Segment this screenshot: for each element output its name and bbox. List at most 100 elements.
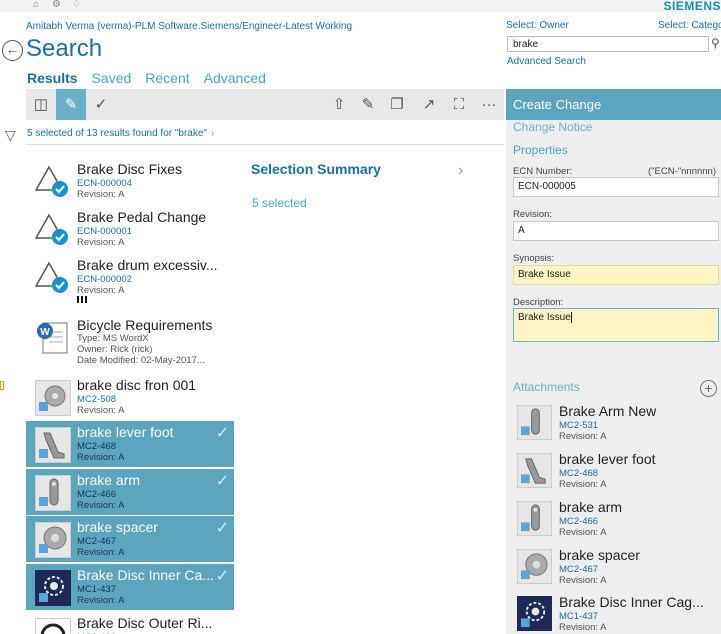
divider (26, 144, 504, 145)
attachment-id: MC2-466 (559, 516, 599, 527)
brand-logo: SIEMENS (663, 0, 721, 13)
item-id: ECN-000004 (77, 178, 132, 189)
description-field[interactable]: Brake Issue (513, 308, 719, 342)
item-id: MC2-508 (77, 394, 117, 405)
tab-advanced[interactable]: Advanced (204, 70, 266, 86)
advanced-search-link[interactable]: Advanced Search (507, 56, 586, 67)
part-icon (517, 596, 552, 631)
attachment-name: Brake Disc Inner Cag... (559, 594, 704, 610)
filter-icon[interactable]: ▽ (5, 127, 16, 144)
item-name: Brake drum excessiv... (77, 257, 218, 273)
item-type: Type: MS WordX (77, 333, 149, 344)
results-info[interactable]: 5 selected of 13 results found for "brak… (27, 128, 214, 139)
part-icon (35, 475, 71, 511)
chevron-right-icon[interactable]: › (458, 162, 463, 180)
part-icon (517, 405, 552, 440)
home-icon[interactable]: ⌂ (33, 0, 39, 10)
tab-recent[interactable]: Recent (145, 70, 189, 86)
ecn-number-field[interactable]: ECN-000005 (513, 177, 719, 197)
revision-field[interactable]: A (513, 221, 719, 241)
text-caret (570, 311, 572, 323)
list-item[interactable]: Brake Disc Inner Ca... MC1-437 Revision:… (26, 564, 234, 610)
attachment-name: Brake Arm New (559, 403, 657, 419)
item-name: Brake Disc Inner Ca... (77, 567, 214, 583)
part-icon (517, 453, 552, 488)
search-tabs: Results Saved Recent Advanced (27, 70, 266, 86)
change-notice-icon (34, 212, 71, 248)
back-icon[interactable]: ← (2, 40, 23, 61)
search-input[interactable] (507, 36, 709, 52)
list-item[interactable]: Brake Disc Outer Ri... MC1-436 (26, 612, 234, 634)
item-owner: Owner: Rick (rick) (77, 344, 153, 355)
share-icon[interactable]: ⇧ (324, 89, 354, 120)
attachment-item[interactable]: Brake Arm New MC2-531 Revision: A (513, 401, 719, 447)
attachment-id: MC2-467 (559, 564, 599, 575)
revision-label: Revision: (513, 209, 553, 220)
item-revision: Revision: A (77, 547, 125, 558)
item-name: Bicycle Requirements (77, 317, 213, 333)
attachment-id: MC2-531 (559, 420, 599, 431)
item-id: MC2-468 (77, 441, 117, 452)
attachment-item[interactable]: brake lever foot MC2-468 Revision: A (513, 449, 719, 495)
change-type[interactable]: Change Notice (513, 120, 592, 134)
part-icon (35, 570, 71, 606)
attachment-revision: Revision: A (559, 575, 607, 586)
list-item[interactable]: brake spacer MC2-467 Revision: A ✓ (26, 516, 234, 562)
item-name: brake lever foot (77, 424, 174, 440)
bell-icon[interactable]: ♢ (72, 0, 81, 10)
synopsis-field[interactable]: Brake Issue (513, 265, 719, 285)
pencil-icon[interactable]: ✎ (353, 89, 383, 120)
edit-mode-icon[interactable]: ✎ (56, 89, 86, 120)
export-icon[interactable]: ↗ (414, 89, 444, 120)
item-revision: Revision: A (77, 189, 125, 200)
attachment-item[interactable]: brake spacer MC2-467 Revision: A (513, 545, 719, 591)
part-icon (517, 501, 552, 536)
item-revision: Revision: A (77, 405, 125, 416)
more-icon[interactable]: ··· (474, 89, 504, 120)
attachment-revision: Revision: A (559, 479, 607, 490)
select-owner-link[interactable]: Select: Owner (506, 20, 569, 31)
selected-check-icon: ✓ (215, 520, 229, 537)
list-item[interactable]: brake lever foot MC2-468 Revision: A ✓ (26, 421, 234, 467)
item-id: ECN-000002 (77, 274, 132, 285)
word-document-icon: W (35, 320, 71, 356)
left-edge-marker (0, 381, 4, 390)
create-change-panel: Create Change Change Notice Properties E… (506, 89, 721, 634)
item-name: brake disc fron 001 (77, 377, 197, 393)
item-name: Brake Disc Fixes (77, 161, 183, 177)
properties-heading: Properties (513, 143, 568, 157)
flag-icon (77, 296, 87, 303)
search-icon[interactable]: ⚲ (711, 36, 720, 50)
tab-results[interactable]: Results (27, 70, 78, 86)
fullscreen-icon[interactable]: ⛶ (444, 89, 474, 120)
list-item[interactable]: Brake Disc Fixes ECN-000004 Revision: A (26, 158, 234, 204)
part-icon (35, 380, 71, 416)
list-item[interactable]: brake disc fron 001 MC2-508 Revision: A (26, 374, 234, 420)
results-toolbar: ◫ ✎ ✓ ⇧ ✎ ❐ ↗ ⛶ ··· (26, 89, 504, 120)
attachment-name: brake arm (559, 499, 623, 515)
panel-title: Create Change (506, 89, 721, 120)
list-item[interactable]: Brake drum excessiv... ECN-000002 Revisi… (26, 254, 234, 303)
attachment-revision: Revision: A (559, 622, 607, 633)
copy-icon[interactable]: ❐ (382, 89, 412, 120)
item-name: brake arm (77, 472, 141, 488)
item-id: ECN-000001 (77, 226, 132, 237)
gear-icon[interactable]: ⚙ (52, 0, 61, 10)
attachment-revision: Revision: A (559, 431, 607, 442)
user-context[interactable]: Amitabh Verma (verma)-PLM Software.Sieme… (26, 21, 352, 32)
add-attachment-icon[interactable]: + (700, 380, 717, 397)
checkmark-icon[interactable]: ✓ (86, 89, 116, 120)
tab-saved[interactable]: Saved (92, 70, 132, 86)
selected-check-icon: ✓ (215, 568, 229, 585)
selection-summary-title[interactable]: Selection Summary (251, 161, 381, 177)
select-category-link[interactable]: Select: Category (658, 20, 721, 31)
item-id: MC2-466 (77, 489, 117, 500)
item-revision: Revision: A (77, 285, 125, 296)
attachment-item[interactable]: Brake Disc Inner Cag... MC1-437 Revision… (513, 592, 719, 634)
list-item[interactable]: brake arm MC2-466 Revision: A ✓ (26, 469, 234, 515)
list-view-icon[interactable]: ◫ (26, 89, 56, 120)
attachment-item[interactable]: brake arm MC2-466 Revision: A (513, 497, 719, 543)
list-item[interactable]: Brake Pedal Change ECN-000001 Revision: … (26, 206, 234, 252)
item-name: Brake Pedal Change (77, 209, 207, 225)
list-item[interactable]: W Bicycle Requirements Type: MS WordX Ow… (26, 314, 234, 370)
